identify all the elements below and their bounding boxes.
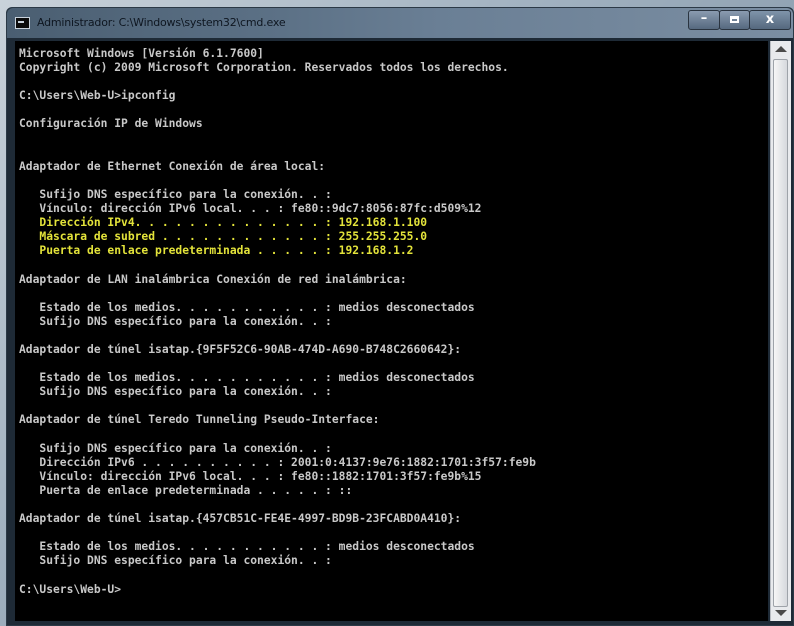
minimize-button[interactable]: – bbox=[688, 10, 720, 30]
scroll-up-arrow-icon[interactable] bbox=[775, 46, 787, 52]
console-line: Adaptador de túnel isatap.{9F5F52C6-90AB… bbox=[19, 342, 462, 356]
cmd-window[interactable]: Administrador: C:\Windows\system32\cmd.e… bbox=[6, 7, 794, 626]
console-line: Sufijo DNS específico para la conexión. … bbox=[19, 385, 332, 399]
console-line: Máscara de subred . . . . . . . . . . . … bbox=[19, 230, 428, 244]
console-line: Sufijo DNS específico para la conexión. … bbox=[19, 441, 332, 455]
console-line: Copyright (c) 2009 Microsoft Corporation… bbox=[19, 61, 509, 75]
console-line: Sufijo DNS específico para la conexión. … bbox=[19, 314, 332, 328]
console-line: Puerta de enlace predeterminada . . . . … bbox=[19, 244, 414, 258]
console-text: Microsoft Windows [Versión 6.1.7600] Cop… bbox=[15, 41, 768, 597]
cmd-app-icon[interactable] bbox=[15, 17, 30, 29]
console-line: Vínculo: dirección IPv6 local. . . : fe8… bbox=[19, 202, 482, 216]
console-line: Puerta de enlace predeterminada . . . . … bbox=[19, 483, 353, 497]
console-line: C:\Users\Web-U>ipconfig bbox=[19, 89, 176, 103]
vertical-scrollbar[interactable] bbox=[770, 41, 791, 621]
console-line: Adaptador de túnel isatap.{457CB51C-FE4E… bbox=[19, 512, 462, 526]
console-line: Adaptador de LAN inalámbrica Conexión de… bbox=[19, 272, 407, 286]
title-bar[interactable]: Administrador: C:\Windows\system32\cmd.e… bbox=[7, 8, 793, 38]
console-line: Dirección IPv6 . . . . . . . . . . : 200… bbox=[19, 455, 536, 469]
console-line: Adaptador de Ethernet Conexión de área l… bbox=[19, 159, 326, 173]
console-line: Sufijo DNS específico para la conexión. … bbox=[19, 187, 332, 201]
console-line: Estado de los medios. . . . . . . . . . … bbox=[19, 540, 475, 554]
console-line: Estado de los medios. . . . . . . . . . … bbox=[19, 371, 475, 385]
console-line: Estado de los medios. . . . . . . . . . … bbox=[19, 300, 475, 314]
console-line: Dirección IPv4. . . . . . . . . . . . . … bbox=[19, 216, 428, 230]
console-line: Configuración IP de Windows bbox=[19, 117, 203, 131]
close-button[interactable]: x bbox=[749, 10, 791, 30]
maximize-button[interactable] bbox=[719, 10, 750, 30]
console-line: Microsoft Windows [Versión 6.1.7600] bbox=[19, 47, 264, 60]
console-line: Adaptador de túnel Teredo Tunneling Pseu… bbox=[19, 413, 380, 427]
console-line: C:\Users\Web-U> bbox=[19, 582, 122, 596]
console-line: Vínculo: dirección IPv6 local. . . : fe8… bbox=[19, 469, 482, 483]
scroll-down-arrow-icon[interactable] bbox=[775, 610, 787, 616]
console-line: Sufijo DNS específico para la conexión. … bbox=[19, 554, 332, 568]
scroll-thumb[interactable] bbox=[773, 59, 788, 607]
window-title: Administrador: C:\Windows\system32\cmd.e… bbox=[37, 16, 286, 29]
console-output[interactable]: Microsoft Windows [Versión 6.1.7600] Cop… bbox=[15, 41, 768, 621]
